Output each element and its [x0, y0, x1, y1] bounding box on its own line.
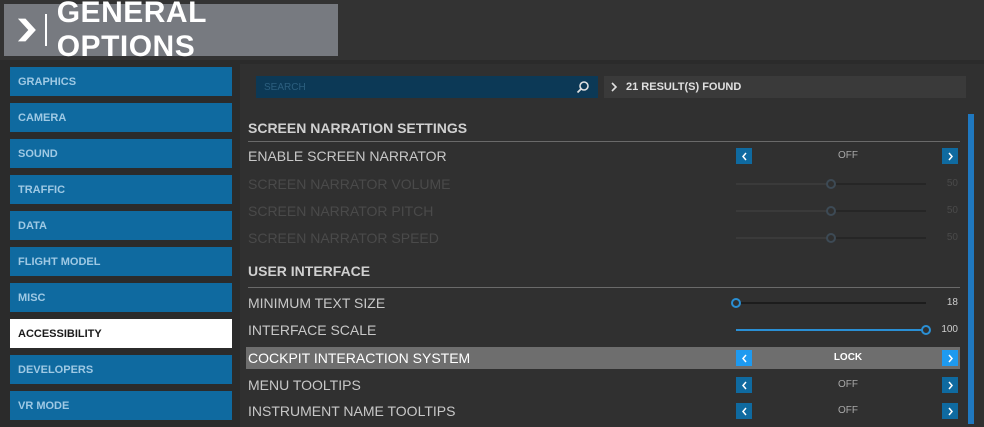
slider-handle[interactable]: [731, 298, 741, 308]
stepper-prev-button[interactable]: [736, 377, 752, 393]
section-title-user-interface: USER INTERFACE: [248, 263, 371, 279]
chevron-right-icon: [17, 18, 36, 42]
scrollbar-thumb[interactable]: [968, 114, 974, 424]
chevron-right-icon: [947, 381, 953, 389]
option-row-menu-tooltips[interactable]: MENU TOOLTIPS OFF: [246, 374, 960, 396]
slider-track: [736, 179, 926, 189]
slider-fill: [736, 237, 831, 239]
stepper-next-button[interactable]: [942, 377, 958, 393]
option-stepper: OFF: [730, 374, 960, 396]
search-input[interactable]: SEARCH: [256, 76, 598, 98]
slider-value: 50: [946, 232, 958, 243]
chevron-left-icon: [741, 354, 747, 362]
section-divider: [248, 141, 960, 142]
slider-fill: [736, 183, 831, 185]
title-separator: [44, 14, 47, 46]
stepper-value: OFF: [838, 150, 858, 161]
slider-value: 50: [946, 178, 958, 189]
slider-track: [736, 233, 926, 243]
stepper-prev-button[interactable]: [736, 403, 752, 419]
stepper-prev-button[interactable]: [736, 350, 752, 366]
slider-value: 100: [941, 324, 958, 335]
option-stepper: OFF: [730, 145, 960, 167]
sidebar-item-developers[interactable]: DEVELOPERS: [10, 355, 232, 384]
option-slider: 50: [730, 173, 960, 195]
sidebar-item-traffic[interactable]: TRAFFIC: [10, 175, 232, 204]
search-placeholder: SEARCH: [264, 81, 306, 93]
slider-track[interactable]: [736, 325, 931, 335]
option-slider[interactable]: 100: [730, 319, 960, 341]
stepper-value: OFF: [838, 379, 858, 390]
results-bar: 21 RESULT(S) FOUND: [604, 76, 966, 98]
chevron-right-icon: [611, 82, 618, 92]
sidebar-item-flight-model[interactable]: FLIGHT MODEL: [10, 247, 232, 276]
stepper-value: LOCK: [833, 352, 863, 363]
slider-fill: [736, 329, 926, 331]
sidebar-item-data[interactable]: DATA: [10, 211, 232, 240]
option-row-enable-screen-narrator[interactable]: ENABLE SCREEN NARRATOR OFF: [246, 145, 960, 167]
results-count: 21 RESULT(S) FOUND: [626, 81, 742, 93]
option-row-interface-scale[interactable]: INTERFACE SCALE 100: [246, 319, 960, 341]
chevron-right-icon: [947, 407, 953, 415]
option-row-screen-narrator-pitch: SCREEN NARRATOR PITCH 50: [246, 200, 960, 222]
chevron-right-icon: [947, 354, 953, 362]
sidebar-item-camera[interactable]: CAMERA: [10, 103, 232, 132]
slider-value: 50: [946, 205, 958, 216]
option-stepper: OFF: [730, 400, 960, 422]
sidebar-item-sound[interactable]: SOUND: [10, 139, 232, 168]
stepper-next-button[interactable]: [942, 148, 958, 164]
stepper-prev-button[interactable]: [736, 148, 752, 164]
slider-handle[interactable]: [921, 325, 931, 335]
stepper-next-button[interactable]: [942, 350, 958, 366]
sidebar-item-graphics[interactable]: GRAPHICS: [10, 67, 232, 96]
sidebar-item-accessibility[interactable]: ACCESSIBILITY: [10, 319, 232, 348]
option-slider: 50: [730, 227, 960, 249]
slider-value: 18: [946, 297, 958, 308]
page-title: GENERAL OPTIONS: [56, 0, 207, 63]
option-stepper: LOCK: [730, 347, 960, 369]
option-row-cockpit-interaction-system[interactable]: COCKPIT INTERACTION SYSTEM LOCK: [246, 347, 960, 369]
header: GENERAL OPTIONS: [0, 0, 984, 63]
chevron-left-icon: [741, 381, 747, 389]
option-row-instrument-name-tooltips[interactable]: INSTRUMENT NAME TOOLTIPS OFF: [246, 400, 960, 422]
chevron-left-icon: [741, 152, 747, 160]
slider-fill: [736, 210, 831, 212]
section-title-screen-narration: SCREEN NARRATION SETTINGS: [248, 120, 468, 136]
sidebar: GRAPHICS CAMERA SOUND TRAFFIC DATA FLIGH…: [10, 67, 232, 427]
option-slider: 50: [730, 200, 960, 222]
sidebar-item-vr-mode[interactable]: VR MODE: [10, 391, 232, 420]
scrollbar[interactable]: [968, 114, 974, 424]
option-row-screen-narrator-volume: SCREEN NARRATOR VOLUME 50: [246, 173, 960, 195]
title-block: GENERAL OPTIONS: [4, 0, 338, 63]
slider-handle: [826, 179, 836, 189]
slider-handle: [826, 206, 836, 216]
chevron-left-icon: [741, 407, 747, 415]
slider-track: [736, 206, 926, 216]
slider-track[interactable]: [731, 298, 926, 308]
option-row-screen-narrator-speed: SCREEN NARRATOR SPEED 50: [246, 227, 960, 249]
stepper-next-button[interactable]: [942, 403, 958, 419]
option-slider[interactable]: 18: [730, 292, 960, 314]
sidebar-item-misc[interactable]: MISC: [10, 283, 232, 312]
chevron-right-icon: [947, 152, 953, 160]
slider-handle: [826, 233, 836, 243]
section-divider: [248, 287, 960, 288]
option-row-minimum-text-size[interactable]: MINIMUM TEXT SIZE 18: [246, 292, 960, 314]
search-icon[interactable]: [576, 80, 590, 94]
options-panel: SEARCH 21 RESULT(S) FOUND SCREEN NARRATI…: [240, 64, 984, 427]
stepper-value: OFF: [838, 405, 858, 416]
